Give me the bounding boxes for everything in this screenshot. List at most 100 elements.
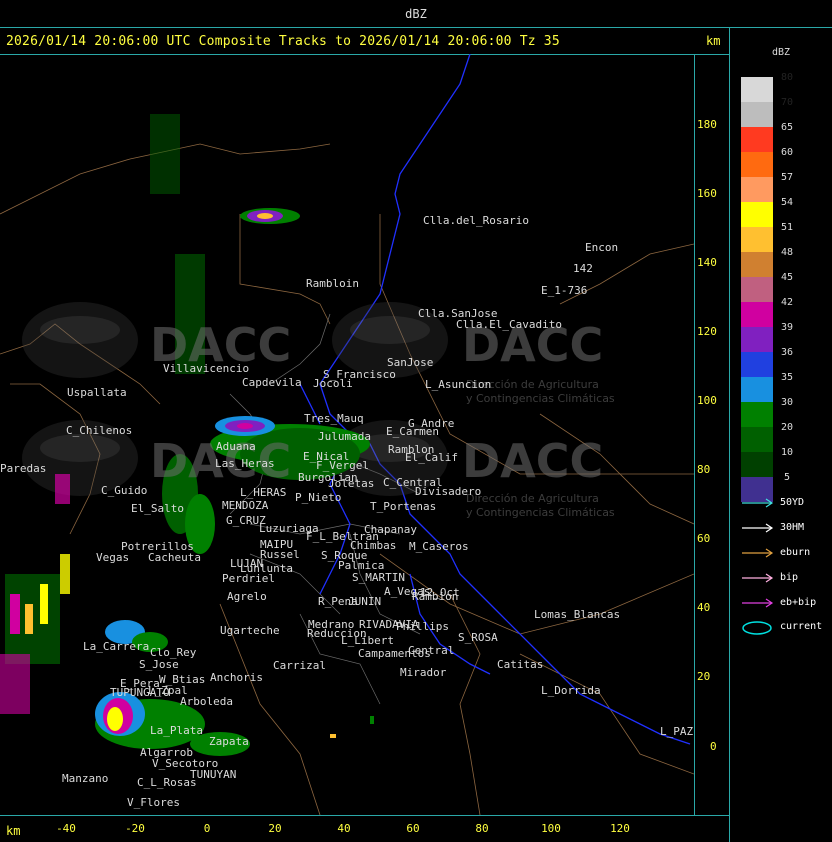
place-label: Las_Heras (215, 457, 275, 470)
track-arrow-icon (742, 573, 774, 583)
place-label: La_Plata (150, 724, 203, 737)
place-label: TUNUYAN (190, 768, 237, 781)
place-label: Uspallata (67, 386, 127, 399)
place-label: L_Dorrida (541, 684, 601, 697)
legend-color-70 (741, 102, 773, 127)
x-tick: 120 (610, 822, 630, 835)
legend-value: 65 (780, 122, 794, 133)
place-label: L_Asuncion (425, 378, 492, 391)
window-title: dBZ (405, 7, 427, 21)
legend-color-20 (741, 427, 773, 452)
legend-color-54 (741, 202, 773, 227)
track-legend-eburn: eburn (740, 546, 830, 562)
place-label: Vegas (96, 551, 130, 564)
track-legend-label: 50YD (780, 497, 805, 508)
legend-value: 70 (780, 97, 794, 108)
place-label: Paredas (0, 462, 47, 475)
legend-title: dBZ (771, 47, 791, 58)
place-label: Arboleda (180, 695, 233, 708)
watermark-line2: y Contingencias Climáticas (466, 392, 615, 405)
footer-divider (0, 815, 729, 816)
track-legend-label: 30HM (780, 522, 805, 533)
y-tick: 60 (697, 532, 711, 545)
title-divider (0, 27, 832, 28)
watermark-line4: y Contingencias Climáticas (466, 506, 615, 519)
y-tick: 40 (697, 601, 711, 614)
place-label: Aduana (216, 440, 256, 453)
legend-color-35 (741, 377, 773, 402)
legend-value: 45 (780, 272, 794, 283)
place-label: Zapata (209, 735, 249, 748)
legend-value: 54 (780, 197, 794, 208)
place-label: S_ROSA (458, 631, 498, 644)
place-label: El_Salto (131, 502, 184, 515)
place-label: Central (408, 644, 455, 657)
place-label: Clla.del_Rosario (423, 214, 529, 227)
place-label: Villavicencio (163, 362, 250, 375)
legend-value: 60 (780, 147, 794, 158)
legend-value: 5 (783, 472, 791, 483)
y-tick: 20 (697, 670, 711, 683)
legend-color-45 (741, 277, 773, 302)
track-arrow-icon (742, 548, 774, 558)
track-legend-eb+bip: eb+bip (740, 596, 830, 612)
legend-value: 80 (780, 72, 794, 83)
x-tick: 80 (475, 822, 489, 835)
place-label: Cacheuta (148, 551, 201, 564)
place-label: C_Guido (101, 484, 148, 497)
y-tick: 160 (697, 187, 717, 200)
track-legend-label: current (780, 621, 823, 632)
place-label: La_Carrera (83, 640, 150, 653)
place-label: Manzano (62, 772, 109, 785)
place-label: MENDOZA (222, 499, 269, 512)
place-label: C_L_Rosas (137, 776, 197, 789)
place-label: S_Jose (139, 658, 179, 671)
place-label: L_PAZ (660, 725, 694, 738)
legend-value: 42 (780, 297, 794, 308)
legend-color-60 (741, 152, 773, 177)
x-tick: -20 (125, 822, 145, 835)
legend-color-51 (741, 227, 773, 252)
place-label: Tres_Mauq (304, 412, 364, 425)
track-arrow-icon (742, 523, 774, 533)
current-ellipse-icon (742, 621, 772, 635)
track-legend-bip: bip (740, 571, 830, 587)
map-right-edge (694, 54, 695, 815)
x-tick: 0 (203, 822, 211, 835)
place-label: V_Flores (127, 796, 180, 809)
x-tick: -40 (56, 822, 76, 835)
place-label: Perdriel (222, 572, 275, 585)
legend-color-10 (741, 452, 773, 477)
legend-color-48 (741, 252, 773, 277)
legend-value: 35 (780, 372, 794, 383)
place-label: S_MARTIN (352, 571, 405, 584)
y-tick: 140 (697, 256, 717, 269)
legend-value: 30 (780, 397, 794, 408)
place-label: Anchoris (210, 671, 263, 684)
place-label: Phillips (396, 620, 449, 633)
place-label: M_Caseros (409, 540, 469, 553)
place-label: E_Carmen (386, 425, 439, 438)
legend-color-42 (741, 302, 773, 327)
place-label: P_Nieto (295, 491, 342, 504)
place-label: Carrizal (273, 659, 326, 672)
legend-divider (729, 27, 730, 842)
place-label: Divisadero (415, 485, 482, 498)
unit-label-top: km (706, 34, 721, 48)
legend-color-65 (741, 127, 773, 152)
legend-value: 20 (780, 422, 794, 433)
track-legend-30HM: 30HM (740, 521, 830, 537)
legend-value: 48 (780, 247, 794, 258)
track-legend-label: eburn (780, 547, 811, 558)
place-label: Ugarteche (220, 624, 280, 637)
y-tick: 100 (697, 394, 717, 407)
place-label: L_Libert (341, 634, 394, 647)
composite-tracks-header: 2026/01/14 20:06:00 UTC Composite Tracks… (6, 34, 560, 49)
y-tick: 0 (710, 740, 717, 753)
legend-value: 36 (780, 347, 794, 358)
watermark-line3: Dirección de Agricultura (466, 492, 599, 505)
track-legend-label: bip (780, 572, 799, 583)
x-tick: 20 (268, 822, 282, 835)
y-tick: 80 (697, 463, 711, 476)
track-legend-current: current (740, 620, 830, 636)
